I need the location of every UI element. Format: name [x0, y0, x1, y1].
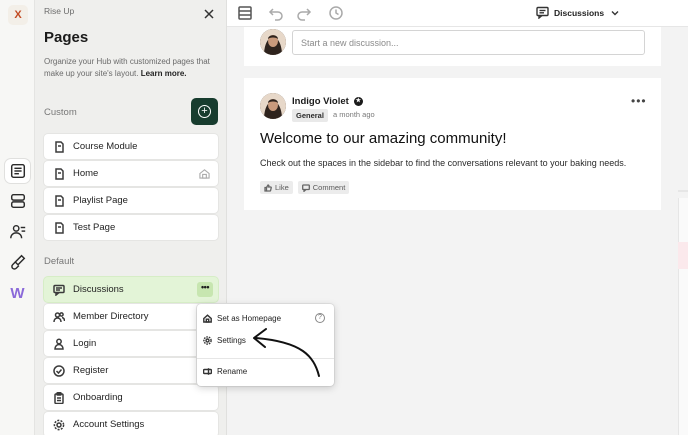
- site-name: Rise Up: [44, 6, 75, 16]
- page-item-account-settings[interactable]: Account Settings: [44, 412, 218, 435]
- comment-button[interactable]: Comment: [297, 181, 350, 194]
- page-item-label: Login: [73, 338, 97, 349]
- thumbs-up-icon: [264, 183, 272, 192]
- page-item-label: Test Page: [73, 222, 116, 233]
- post-more-button[interactable]: •••: [631, 94, 647, 108]
- author-name: Indigo Violet: [292, 96, 349, 107]
- page-item-label: Account Settings: [73, 419, 145, 430]
- post-author[interactable]: Indigo Violet ★: [292, 96, 363, 107]
- post-body: Check out the spaces in the sidebar to f…: [260, 158, 627, 168]
- learn-more-link[interactable]: Learn more.: [141, 69, 187, 78]
- menu-item-label: Rename: [217, 366, 248, 376]
- background-accent-strip: [678, 242, 688, 269]
- new-discussion-input[interactable]: [292, 30, 645, 55]
- page-icon: [47, 140, 71, 153]
- page-item-course-module[interactable]: Course Module: [44, 134, 218, 159]
- w-logo[interactable]: W: [5, 281, 30, 305]
- comment-label: Comment: [312, 183, 346, 192]
- pages-icon[interactable]: [5, 159, 30, 183]
- layout-toggle-icon[interactable]: [237, 5, 253, 21]
- users-icon[interactable]: [5, 220, 30, 244]
- background-panel-edge: [678, 198, 688, 435]
- page-item-onboarding[interactable]: Onboarding: [44, 385, 218, 410]
- page-item-label: Course Module: [73, 141, 138, 152]
- page-icon: [47, 221, 71, 234]
- home-icon: [203, 313, 212, 323]
- page-item-label: Onboarding: [73, 392, 123, 403]
- page-item-label: Playlist Page: [73, 195, 128, 206]
- page-item-login[interactable]: Login: [44, 331, 218, 356]
- brush-icon[interactable]: [5, 250, 30, 274]
- page-item-discussions[interactable]: Discussions •••: [44, 277, 218, 302]
- page-item-register[interactable]: Register: [44, 358, 218, 383]
- undo-icon[interactable]: [268, 5, 284, 21]
- add-page-button[interactable]: +: [191, 98, 218, 125]
- more-options-button[interactable]: •••: [197, 282, 213, 297]
- comment-icon: [301, 183, 310, 192]
- menu-item-label: Settings: [217, 335, 246, 345]
- page-selector-label: Discussions: [554, 7, 605, 18]
- author-avatar[interactable]: [260, 93, 286, 119]
- page-item-test-page[interactable]: Test Page: [44, 215, 218, 240]
- layout-icon[interactable]: [5, 189, 30, 213]
- like-button[interactable]: Like: [260, 181, 293, 194]
- default-section-label: Default: [44, 256, 75, 267]
- plus-icon: +: [198, 105, 211, 118]
- post-actions: Like Comment: [260, 181, 350, 194]
- page-item-label: Register: [73, 365, 109, 376]
- page-item-playlist-page[interactable]: Playlist Page: [44, 188, 218, 213]
- page-title: Pages: [44, 29, 89, 46]
- annotation-arrow-icon: [253, 328, 320, 377]
- chevron-down-icon: [611, 10, 619, 15]
- chat-icon: [47, 284, 71, 296]
- gear-icon: [203, 335, 212, 345]
- page-item-home[interactable]: Home: [44, 161, 218, 186]
- page-item-label: Member Directory: [73, 311, 149, 322]
- space-tag[interactable]: General: [292, 109, 328, 122]
- panel-description: Organize your Hub with customized pages …: [44, 57, 210, 78]
- close-icon[interactable]: [202, 7, 216, 21]
- home-icon: [199, 169, 210, 179]
- editor-toolbar: Discussions: [227, 0, 688, 27]
- rename-icon: [203, 367, 212, 375]
- gear-icon: [47, 419, 71, 431]
- people-icon: [47, 311, 71, 323]
- page-item-label: Discussions: [73, 284, 124, 295]
- hub-logo[interactable]: X: [8, 5, 28, 25]
- check-circle-icon: [47, 364, 71, 377]
- post-title: Welcome to our amazing community!: [260, 130, 507, 147]
- page-icon: [47, 194, 71, 207]
- history-icon[interactable]: [328, 5, 344, 21]
- app-rail: X W: [0, 0, 35, 435]
- page-icon: [47, 167, 71, 180]
- verified-badge-icon: ★: [353, 97, 363, 106]
- background-divider: [678, 190, 688, 192]
- discussion-post: Indigo Violet ★ General a month ago ••• …: [244, 78, 661, 210]
- page-item-member-directory[interactable]: Member Directory: [44, 304, 218, 329]
- post-timestamp: a month ago: [333, 110, 375, 119]
- like-label: Like: [275, 183, 289, 192]
- new-discussion-card: [244, 27, 661, 66]
- page-selector-dropdown[interactable]: Discussions: [536, 6, 620, 19]
- person-icon: [47, 338, 71, 350]
- page-item-label: Home: [73, 168, 99, 179]
- clipboard-icon: [47, 391, 71, 404]
- redo-icon[interactable]: [296, 5, 312, 21]
- chat-icon: [536, 6, 549, 19]
- custom-section-label: Custom: [44, 107, 77, 118]
- avatar: [260, 29, 286, 55]
